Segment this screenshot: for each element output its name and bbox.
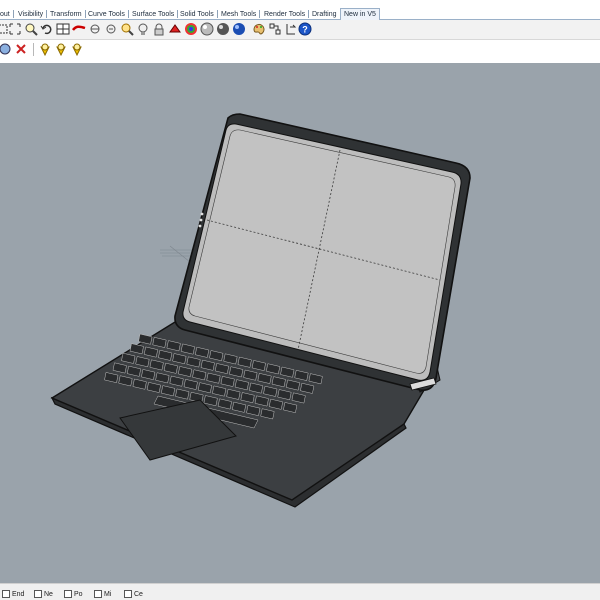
zoom-icon[interactable] xyxy=(24,22,38,36)
tab-new-in-v5[interactable]: New in V5 xyxy=(340,8,380,20)
tab-mesh-tools[interactable]: Mesh Tools xyxy=(221,9,261,20)
red-object-icon[interactable] xyxy=(168,22,182,36)
rotate-view-icon[interactable] xyxy=(88,22,102,36)
delete-icon[interactable] xyxy=(14,42,28,56)
zoom-out-icon[interactable] xyxy=(104,22,118,36)
undo-view-icon[interactable] xyxy=(40,22,54,36)
rendered-sphere-icon[interactable] xyxy=(216,22,230,36)
tab-curve-tools[interactable]: Curve Tools xyxy=(88,9,129,20)
zoom-window-icon[interactable] xyxy=(8,22,22,36)
color-wheel-icon[interactable] xyxy=(184,22,198,36)
snap-icon[interactable] xyxy=(268,22,282,36)
lightbulb-on-icon[interactable] xyxy=(38,42,52,56)
lightbulb-toggle-icon[interactable] xyxy=(70,42,84,56)
tab-render-tools[interactable]: Render Tools xyxy=(264,9,310,20)
tab-visibility[interactable]: Visibility xyxy=(18,9,48,20)
perspective-viewport[interactable] xyxy=(0,63,600,583)
tab-surface-tools[interactable]: Surface Tools xyxy=(132,9,179,20)
tab-transform[interactable]: Transform xyxy=(50,9,86,20)
four-viewports-icon[interactable] xyxy=(56,22,70,36)
lightbulb-off-icon[interactable] xyxy=(54,42,68,56)
pan-icon[interactable] xyxy=(72,22,86,36)
lightbulb-icon[interactable] xyxy=(136,22,150,36)
lock-icon[interactable] xyxy=(152,22,166,36)
tab-drafting[interactable]: Drafting xyxy=(312,9,341,20)
help-icon[interactable]: ? xyxy=(298,22,312,36)
svg-text:?: ? xyxy=(302,25,308,35)
toolbar-tab-strip: out Visibility Transform Curve Tools Sur… xyxy=(0,0,600,20)
tab-layout[interactable]: out xyxy=(0,9,14,20)
tab-solid-tools[interactable]: Solid Tools xyxy=(180,9,218,20)
shaded-sphere-icon[interactable] xyxy=(200,22,214,36)
secondary-toolbar xyxy=(0,40,600,60)
blue-sphere-icon[interactable] xyxy=(232,22,246,36)
osnap-bar: End Ne Po Mi Ce xyxy=(0,583,600,600)
main-toolbar: ? xyxy=(0,20,600,40)
toolbar-separator xyxy=(33,43,34,56)
paint-palette-icon[interactable] xyxy=(252,22,266,36)
select-icon[interactable] xyxy=(0,42,12,56)
zoom-selected-icon[interactable] xyxy=(120,22,134,36)
snap-arrow-icon[interactable] xyxy=(284,22,298,36)
model-drawing xyxy=(50,113,471,508)
